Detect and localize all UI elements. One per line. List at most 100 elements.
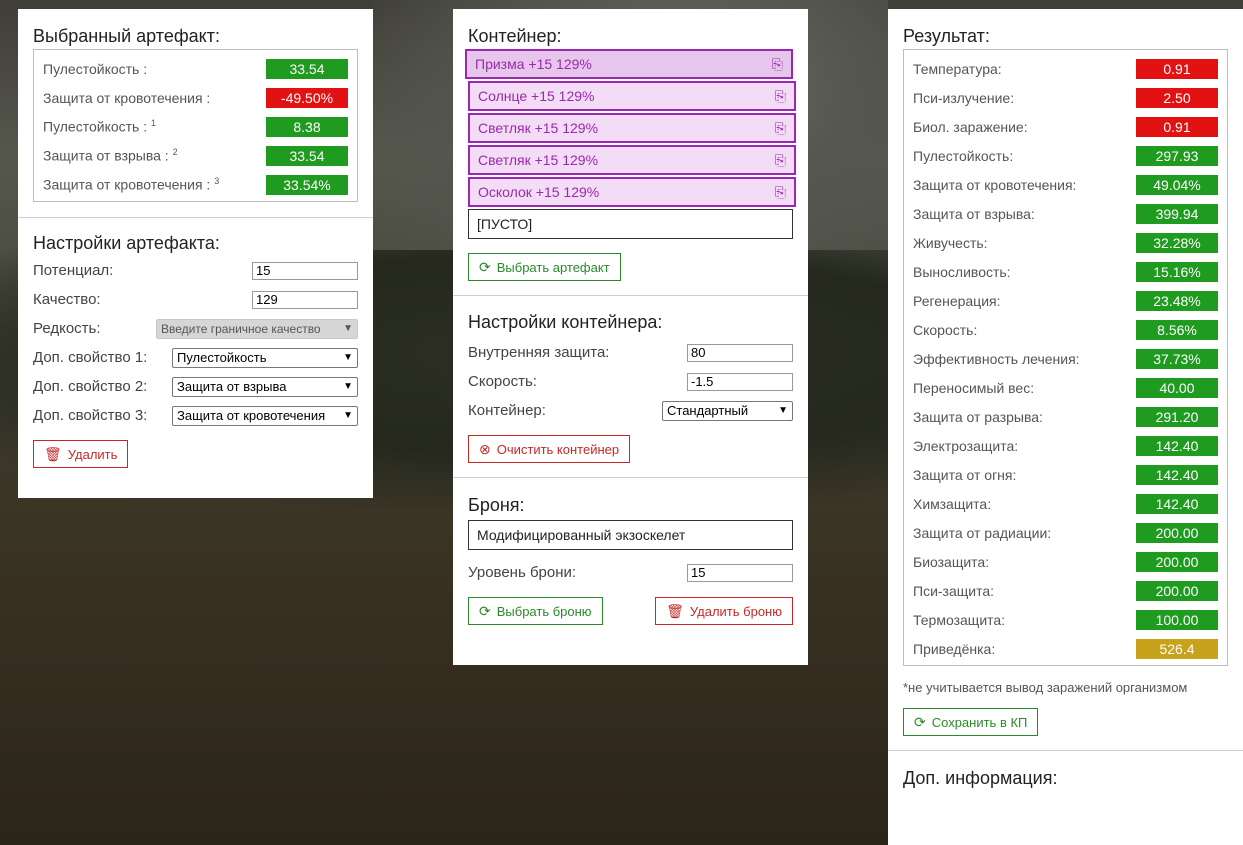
extra1-select[interactable]: Пулестойкость ▼ <box>172 347 358 368</box>
extra-info-title: Доп. информация: <box>903 768 1058 788</box>
result-stat-row: Эффективность лечения: 37.73% <box>913 344 1218 373</box>
document-icon[interactable]: ⎘ <box>775 120 786 137</box>
artifact-stat-label: Защита от взрыва : 2 <box>43 147 178 164</box>
container-type-select[interactable]: Стандартный ▼ <box>662 400 793 421</box>
extra1-value: Пулестойкость <box>177 350 267 365</box>
result-stat-row: Скорость: 8.56% <box>913 315 1218 344</box>
result-stat-row: Защита от взрыва: 399.94 <box>913 199 1218 228</box>
armor-level-input[interactable] <box>687 563 793 582</box>
inner-protection-row: Внутренняя защита: <box>468 338 793 367</box>
result-stat-value: 100.00 <box>1136 609 1218 630</box>
extra2-select[interactable]: Защита от взрыва ▼ <box>172 376 358 397</box>
speed-label: Скорость: <box>468 373 537 390</box>
stat-label-text: Пулестойкость: <box>913 147 1014 164</box>
choose-armor-button[interactable]: ⟳ Выбрать броню <box>468 597 603 625</box>
rarity-row: Редкость: Введите граничное качество ▼ <box>33 314 358 343</box>
quality-row: Качество: <box>33 285 358 314</box>
result-stat-row: Пси-излучение: 2.50 <box>913 83 1218 112</box>
stat-label-text: Биозащита: <box>913 553 990 570</box>
inner-protection-input[interactable] <box>687 343 793 362</box>
result-stat-value: 8.56% <box>1136 319 1218 340</box>
clear-container-button[interactable]: ⊗ Очистить контейнер <box>468 435 631 463</box>
stat-label-text: Скорость: <box>913 321 978 338</box>
container-panel: Контейнер: Призма +15 129% ⎘ Солнце +15 12… <box>453 9 808 665</box>
container-slot[interactable]: Светляк +15 129% ⎘ <box>468 113 796 143</box>
rarity-label: Редкость: <box>33 320 101 337</box>
container-slot-label: Призма +15 129% <box>475 56 592 72</box>
artifact-stat-label: Пулестойкость : 1 <box>43 118 156 135</box>
document-icon[interactable]: ⎘ <box>775 88 786 105</box>
result-stat-row: Биозащита: 200.00 <box>913 547 1218 576</box>
artifact-settings-title: Настройки артефакта: <box>33 233 220 253</box>
empty-slot-label: [ПУСТО] <box>477 216 533 232</box>
document-icon[interactable]: ⎘ <box>775 152 786 169</box>
result-stat-label: Живучесть: <box>913 235 988 251</box>
stat-label-text: Выносливость: <box>913 263 1011 280</box>
artifact-stat-value: 33.54 <box>266 58 348 79</box>
result-panel: Результат: Температура: 0.91 Пси-излучение… <box>888 9 1243 845</box>
stat-label-text: Пси-излучение: <box>913 89 1015 106</box>
extra2-row: Доп. свойство 2: Защита от взрыва ▼ <box>33 372 358 401</box>
document-icon[interactable]: ⎘ <box>772 56 783 73</box>
stat-label-text: Защита от огня: <box>913 466 1017 483</box>
extra3-select[interactable]: Защита от кровотечения ▼ <box>172 405 358 426</box>
stat-label-text: Защита от разрыва: <box>913 408 1043 425</box>
quality-input[interactable] <box>252 290 358 309</box>
armor-name: Модифицированный экзоскелет <box>477 527 686 543</box>
artifact-stat-value: 33.54% <box>266 174 348 195</box>
extra3-value: Защита от кровотечения <box>177 408 326 423</box>
result-stat-label: Переносимый вес: <box>913 380 1034 396</box>
result-note: *не учитывается вывод заражений организм… <box>903 680 1188 695</box>
stat-label-text: Регенерация: <box>913 292 1001 309</box>
container-slot[interactable]: Призма +15 129% ⎘ <box>465 49 793 79</box>
result-stat-row: Регенерация: 23.48% <box>913 286 1218 315</box>
container-slot-empty[interactable]: [ПУСТО] <box>468 209 793 239</box>
choose-armor-label: Выбрать броню <box>496 603 592 619</box>
stat-label-text: Переносимый вес: <box>913 379 1035 396</box>
container-slot[interactable]: Солнце +15 129% ⎘ <box>468 81 796 111</box>
armor-level-row: Уровень брони: <box>468 558 793 587</box>
rarity-value: Введите граничное качество <box>161 321 321 336</box>
choose-artifact-button[interactable]: ⟳ Выбрать артефакт <box>468 253 621 281</box>
delete-artifact-button[interactable]: 🗑 Удалить <box>33 440 129 468</box>
result-stat-value: 2.50 <box>1136 87 1218 108</box>
document-icon[interactable]: ⎘ <box>775 184 786 201</box>
result-stat-row: Пси-защита: 200.00 <box>913 576 1218 605</box>
stat-footnote: 2 <box>172 147 178 158</box>
trash-icon: 🗑 <box>666 602 684 619</box>
chevron-down-icon: ▼ <box>778 405 788 416</box>
result-stat-label: Пси-излучение: <box>913 90 1014 106</box>
artifact-stat-row: Защита от взрыва : 2 33.54 <box>43 141 348 170</box>
result-stat-row: Термозащита: 100.00 <box>913 605 1218 634</box>
extra3-row: Доп. свойство 3: Защита от кровотечения … <box>33 401 358 430</box>
armor-title: Броня: <box>468 495 525 515</box>
stat-footnote: 3 <box>214 176 220 187</box>
container-slot[interactable]: Осколок +15 129% ⎘ <box>468 177 796 207</box>
save-to-kp-button[interactable]: ⟳ Сохранить в КП <box>903 708 1039 736</box>
result-stat-label: Выносливость: <box>913 264 1011 280</box>
stat-label-text: Защита от кровотечения : <box>43 89 211 106</box>
result-stat-label: Электрозащита: <box>913 438 1018 454</box>
refresh-icon: ⟳ <box>914 713 926 730</box>
save-to-kp-label: Сохранить в КП <box>931 714 1028 730</box>
result-stat-value: 49.04% <box>1136 174 1218 195</box>
result-stat-label: Пси-защита: <box>913 583 994 599</box>
result-stat-row: Переносимый вес: 40.00 <box>913 373 1218 402</box>
result-stat-value: 399.94 <box>1136 203 1218 224</box>
result-stat-value: 32.28% <box>1136 232 1218 253</box>
armor-name-field[interactable]: Модифицированный экзоскелет <box>468 520 793 550</box>
container-slot[interactable]: Светляк +15 129% ⎘ <box>468 145 796 175</box>
result-stat-value: 291.20 <box>1136 406 1218 427</box>
delete-armor-label: Удалить броню <box>689 603 782 619</box>
chevron-down-icon: ▼ <box>343 323 353 334</box>
stat-label-text: Защита от взрыва : <box>43 147 169 164</box>
result-stat-value: 40.00 <box>1136 377 1218 398</box>
result-stat-value: 23.48% <box>1136 290 1218 311</box>
delete-armor-button[interactable]: 🗑 Удалить броню <box>655 597 793 625</box>
stat-label-text: Пулестойкость : <box>43 118 148 135</box>
container-slots: Призма +15 129% ⎘ Солнце +15 129% ⎘ Светляк … <box>453 49 808 207</box>
potential-input[interactable] <box>252 261 358 280</box>
container-slot-label: Светляк +15 129% <box>478 120 599 136</box>
refresh-icon: ⟳ <box>479 258 491 275</box>
speed-input[interactable] <box>687 372 793 391</box>
